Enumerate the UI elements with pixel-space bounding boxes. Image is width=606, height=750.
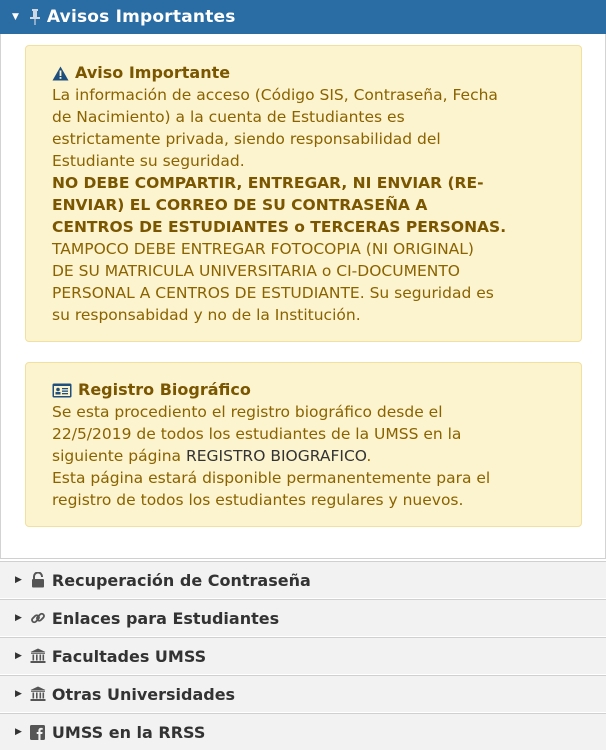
alert-title: Registro Biográfico xyxy=(52,379,555,401)
accordion-item-recuperacion[interactable]: ▶ Recuperación de Contraseña xyxy=(0,561,606,598)
caret-right-icon: ▶ xyxy=(15,651,22,661)
panel-body: Aviso Importante La información de acces… xyxy=(0,34,606,558)
pin-icon xyxy=(29,9,40,25)
aviso-bold-warning: NO DEBE COMPARTIR, ENTREGAR, NI ENVIAR (… xyxy=(52,172,555,238)
accordion-item-enlaces[interactable]: ▶ Enlaces para Estudiantes xyxy=(0,599,606,636)
text-line: de Nacimiento) a la cuenta de Estudiante… xyxy=(52,108,405,126)
accordion-label: Recuperación de Contraseña xyxy=(51,570,311,590)
alert-title: Aviso Importante xyxy=(52,62,555,84)
text-line: CENTROS DE ESTUDIANTES o TERCERAS PERSON… xyxy=(52,218,507,236)
panel-header-avisos[interactable]: ▼ Avisos Importantes xyxy=(0,0,606,34)
text-line: NO DEBE COMPARTIR, ENTREGAR, NI ENVIAR (… xyxy=(52,174,484,192)
text-line: TAMPOCO DEBE ENTREGAR FOTOCOPIA (NI ORIG… xyxy=(52,240,474,258)
text-line: registro de todos los estudiantes regula… xyxy=(52,491,464,509)
registro-biografico-alert: Registro Biográfico Se esta procediento … xyxy=(25,362,582,527)
text-line: DE SU MATRICULA UNIVERSITARIA o CI-DOCUM… xyxy=(52,262,460,280)
text-line: PERSONAL A CENTROS DE ESTUDIANTE. Su seg… xyxy=(52,284,494,302)
divider xyxy=(0,558,606,559)
text-line: 22/5/2019 de todos los estudiantes de la… xyxy=(52,425,462,443)
caret-right-icon: ▶ xyxy=(15,575,22,585)
facebook-icon xyxy=(30,724,46,740)
institution-icon xyxy=(30,686,46,702)
link-icon xyxy=(30,610,46,626)
accordion-label: UMSS en la RRSS xyxy=(51,722,206,742)
caret-right-icon: ▶ xyxy=(15,727,22,737)
accordion-item-otras-universidades[interactable]: ▶ Otras Universidades xyxy=(0,675,606,712)
warning-icon xyxy=(52,66,69,80)
text-line: La información de acceso (Código SIS, Co… xyxy=(52,86,498,104)
text-line: . xyxy=(366,447,372,465)
accordion-item-rrss[interactable]: ▶ UMSS en la RRSS xyxy=(0,713,606,750)
aviso-paragraph-1: La información de acceso (Código SIS, Co… xyxy=(52,84,555,172)
aviso-title: Aviso Importante xyxy=(75,63,231,82)
text-line: ENVIAR) EL CORREO DE SU CONTRASEÑA A xyxy=(52,196,428,214)
caret-down-icon: ▼ xyxy=(12,12,19,22)
aviso-importante-alert: Aviso Importante La información de acces… xyxy=(25,45,582,342)
panel-title: Avisos Importantes xyxy=(46,7,236,27)
institution-icon xyxy=(30,648,46,664)
accordion-label: Facultades UMSS xyxy=(51,646,207,666)
accordion-label: Enlaces para Estudiantes xyxy=(51,608,280,628)
aviso-paragraph-2: TAMPOCO DEBE ENTREGAR FOTOCOPIA (NI ORIG… xyxy=(52,238,555,326)
registro-biografico-link[interactable]: REGISTRO BIOGRAFICO xyxy=(186,447,366,465)
text-line: siguiente página xyxy=(52,447,186,465)
text-line: Estudiante su seguridad. xyxy=(52,152,245,170)
caret-right-icon: ▶ xyxy=(15,613,22,623)
text-line: Se esta procediento el registro biográfi… xyxy=(52,403,443,421)
accordion-item-facultades[interactable]: ▶ Facultades UMSS xyxy=(0,637,606,674)
text-line: estrictamente privada, siendo responsabi… xyxy=(52,130,441,148)
unlock-icon xyxy=(30,572,46,588)
accordion-label: Otras Universidades xyxy=(51,684,236,704)
text-line: su responsabidad y no de la Institución. xyxy=(52,306,361,324)
registro-title: Registro Biográfico xyxy=(78,380,251,399)
text-line: Esta página estará disponible permanente… xyxy=(52,469,491,487)
registro-text: Se esta procediento el registro biográfi… xyxy=(52,401,555,511)
id-card-icon xyxy=(52,383,72,397)
caret-right-icon: ▶ xyxy=(15,689,22,699)
